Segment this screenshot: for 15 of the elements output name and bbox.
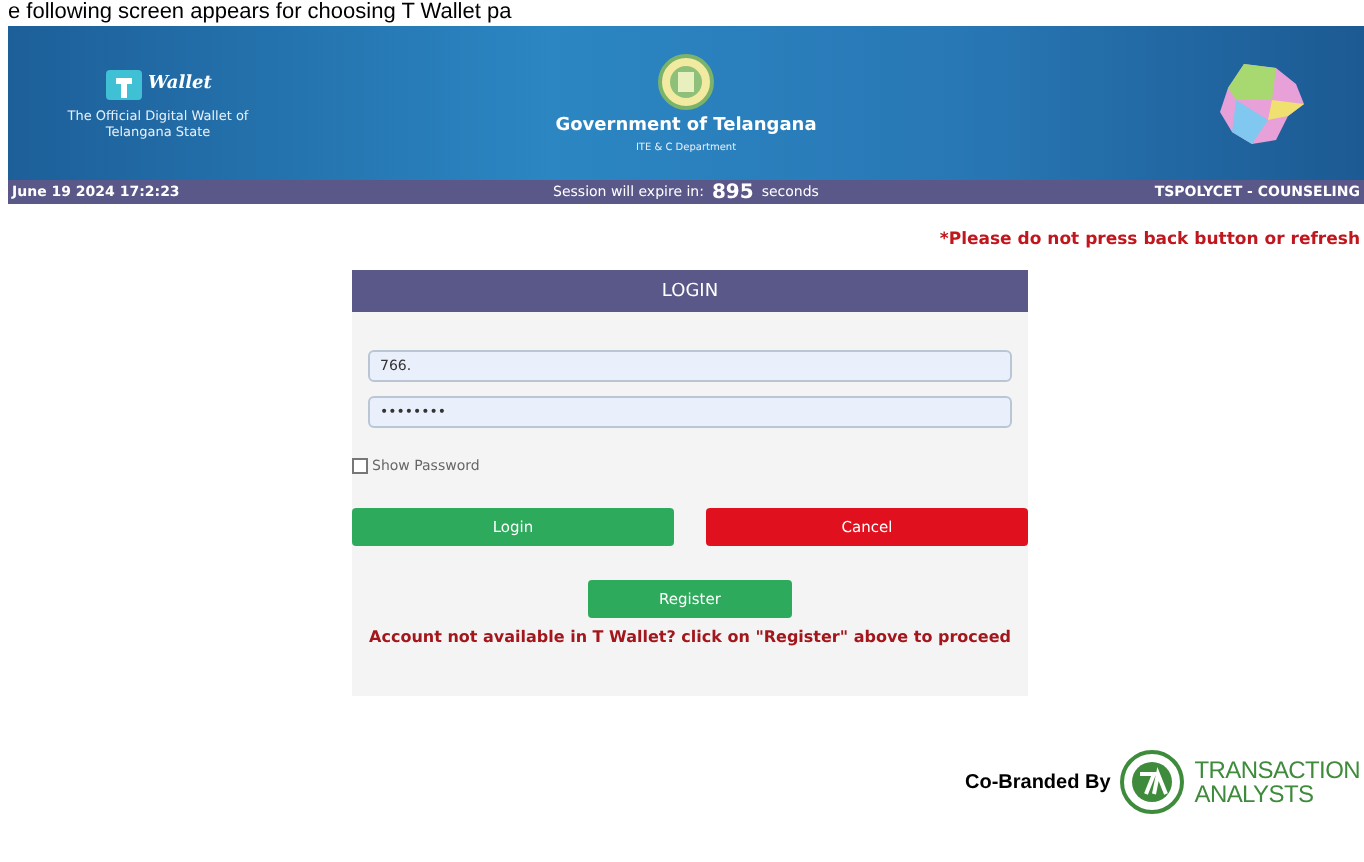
wallet-logo-icon: [104, 66, 145, 102]
brand-name-text: ANALYSTS: [1194, 782, 1316, 806]
logo-text: Wallet: [148, 74, 212, 94]
brand-name-text: TRANSACTION: [1194, 758, 1360, 782]
login-header: LOGIN: [352, 270, 1028, 312]
show-password-checkbox[interactable]: [352, 458, 368, 474]
brand-logo-icon: [1120, 750, 1185, 814]
co-branded-label: Co-Branded By: [964, 771, 1111, 793]
caption-text: e following screen appears for choosing T Wallet pa: [6, 0, 514, 26]
header-title: Government of Telangana: [555, 115, 817, 135]
session-seconds: 895: [711, 181, 754, 203]
state-map-icon: [1216, 59, 1308, 147]
register-hint-text: Account not available in T Wallet? click on "Register" above to proceed: [369, 628, 1011, 646]
warning-text: *Please do not press back button or refresh: [939, 230, 1362, 250]
emblem-icon: [658, 53, 714, 109]
